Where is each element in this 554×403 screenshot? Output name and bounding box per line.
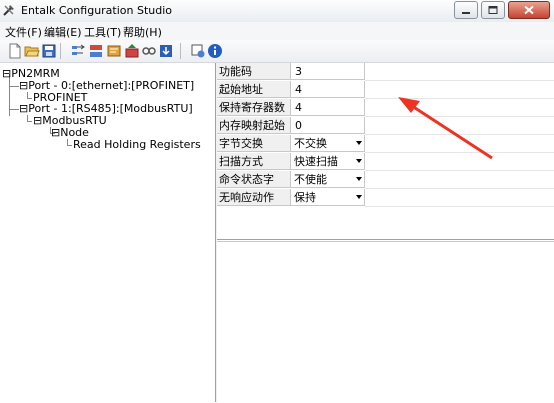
prop-label: 扫描方式: [217, 153, 291, 170]
property-grid: 功能码 3 起始地址 4 保持寄存器数量 4 内存映射起始地址 0 字节交换 不…: [217, 63, 554, 240]
maximize-icon: [488, 6, 498, 14]
prop-row-command-status: 命令状态字 不使能: [217, 171, 554, 189]
settings-icon[interactable]: [190, 43, 206, 59]
dropdown-arrow-icon[interactable]: [356, 195, 362, 199]
prop-row-function-code: 功能码 3: [217, 63, 554, 81]
menu-tools[interactable]: 工具(T): [82, 24, 123, 40]
link-icon[interactable]: [141, 43, 157, 59]
minimize-icon: [462, 12, 470, 14]
collapse-icon[interactable]: ⊟: [19, 79, 28, 92]
select-value: 保持: [294, 191, 316, 204]
select-value: 不使能: [294, 173, 327, 186]
command-status-select[interactable]: 不使能: [291, 171, 365, 188]
collapse-icon[interactable]: ⊟: [19, 102, 28, 115]
dropdown-arrow-icon[interactable]: [356, 177, 362, 181]
output-panel: [217, 241, 554, 403]
scan-mode-select[interactable]: 快速扫描: [291, 153, 365, 170]
download-icon[interactable]: [158, 43, 174, 59]
prop-label: 命令状态字: [217, 171, 291, 188]
app-window: Entalk Configuration Studio 文件(F) 编辑(E) …: [0, 0, 554, 403]
upload-icon[interactable]: [124, 43, 140, 59]
info-icon[interactable]: [207, 43, 223, 59]
menu-edit[interactable]: 编辑(E): [42, 24, 84, 40]
save-icon[interactable]: [41, 43, 57, 59]
minimize-button[interactable]: [454, 1, 478, 19]
close-button[interactable]: [508, 1, 550, 19]
select-value: 快速扫描: [294, 155, 338, 168]
collapse-icon[interactable]: ⊟: [2, 67, 11, 80]
maximize-button[interactable]: [481, 1, 505, 19]
menu-bar: 文件(F) 编辑(E) 工具(T) 帮助(H): [0, 22, 554, 40]
toolbar: [0, 40, 554, 63]
dropdown-arrow-icon[interactable]: [356, 141, 362, 145]
function-code-field[interactable]: 3: [291, 63, 365, 80]
add-command-icon[interactable]: [106, 43, 122, 59]
prop-label: 无响应动作: [217, 189, 291, 206]
select-value: 不交换: [294, 137, 327, 150]
register-count-field[interactable]: 4: [291, 99, 365, 116]
prop-row-register-count: 保持寄存器数量 4: [217, 99, 554, 131]
add-node-icon[interactable]: [88, 43, 104, 59]
tree-item-read-holding-registers[interactable]: Read Holding Registers: [73, 138, 201, 151]
prop-label: 功能码: [217, 63, 291, 80]
no-response-action-select[interactable]: 保持: [291, 189, 365, 206]
open-folder-icon[interactable]: [24, 43, 40, 59]
dropdown-arrow-icon[interactable]: [356, 159, 362, 163]
prop-label: 字节交换: [217, 135, 291, 152]
toolbar-separator: [60, 43, 61, 59]
prop-row-no-response-action: 无响应动作 保持: [217, 189, 554, 207]
memory-map-address-field[interactable]: 0: [291, 117, 365, 134]
new-file-icon[interactable]: [7, 43, 23, 59]
device-tree: ⊟PN2MRM ⊟Port - 0:[ethernet]:[PROFINET] …: [0, 63, 216, 402]
close-icon: [524, 5, 534, 15]
start-address-field[interactable]: 4: [291, 81, 365, 98]
toolbar-separator: [180, 43, 181, 59]
prop-label: 保持寄存器数量: [217, 99, 291, 131]
menu-file[interactable]: 文件(F): [3, 24, 44, 40]
prop-row-start-address: 起始地址 4: [217, 81, 554, 99]
prop-row-memory-map-address: 内存映射起始地址 0: [217, 117, 554, 149]
window-title: Entalk Configuration Studio: [21, 4, 173, 17]
property-panel: 功能码 3 起始地址 4 保持寄存器数量 4 内存映射起始地址 0 字节交换 不…: [217, 63, 554, 403]
collapse-icon[interactable]: ⊟: [51, 126, 60, 139]
byte-swap-select[interactable]: 不交换: [291, 135, 365, 152]
add-port-icon[interactable]: [70, 43, 86, 59]
prop-row-byte-swap: 字节交换 不交换: [217, 135, 554, 153]
prop-label: 内存映射起始地址: [217, 117, 291, 149]
collapse-icon[interactable]: ⊟: [33, 114, 42, 127]
prop-label: 起始地址: [217, 81, 291, 98]
tools-icon: [3, 5, 14, 16]
prop-row-scan-mode: 扫描方式 快速扫描: [217, 153, 554, 171]
title-bar: Entalk Configuration Studio: [0, 0, 554, 23]
menu-help[interactable]: 帮助(H): [121, 24, 164, 40]
